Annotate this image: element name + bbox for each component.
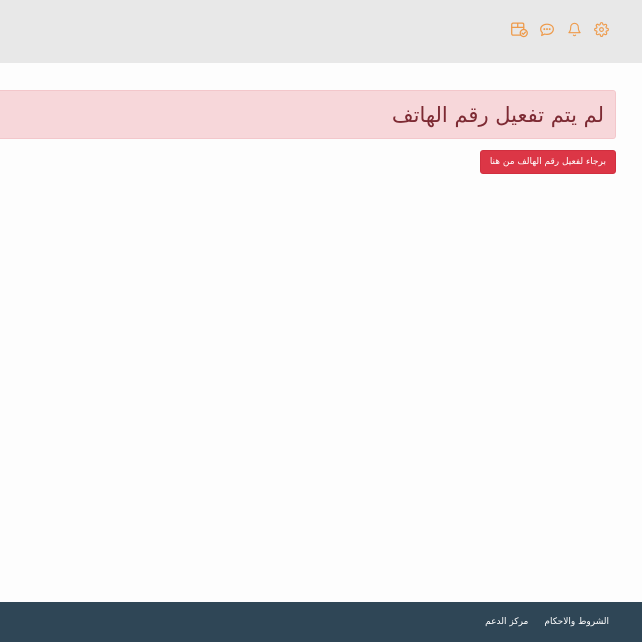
- terms-link[interactable]: الشروط والاحكام: [544, 617, 609, 627]
- bell-icon: [567, 22, 581, 36]
- footer-links: مركز الدعم الشروط والاحكام: [485, 602, 609, 642]
- chat-icon: [540, 23, 554, 36]
- phone-not-verified-alert: لم يتم تفعيل رقم الهاتف: [0, 90, 616, 139]
- orders-button[interactable]: [509, 19, 529, 39]
- navbar-icons: [509, 19, 610, 39]
- activate-phone-button[interactable]: برجاء لفعيل رقم الهالف من هنا: [479, 150, 616, 174]
- alert-text: لم يتم تفعيل رقم الهاتف: [391, 102, 604, 127]
- gear-icon: [593, 21, 609, 37]
- top-navbar: [0, 0, 642, 63]
- main-content: لم يتم تفعيل رقم الهاتف برجاء لفعيل رقم …: [0, 63, 642, 602]
- box-check-icon: [510, 21, 528, 37]
- messages-button[interactable]: [538, 19, 556, 39]
- notifications-button[interactable]: [565, 19, 583, 39]
- footer: مركز الدعم الشروط والاحكام: [0, 602, 642, 642]
- settings-button[interactable]: [592, 19, 610, 39]
- support-center-link[interactable]: مركز الدعم: [485, 617, 528, 627]
